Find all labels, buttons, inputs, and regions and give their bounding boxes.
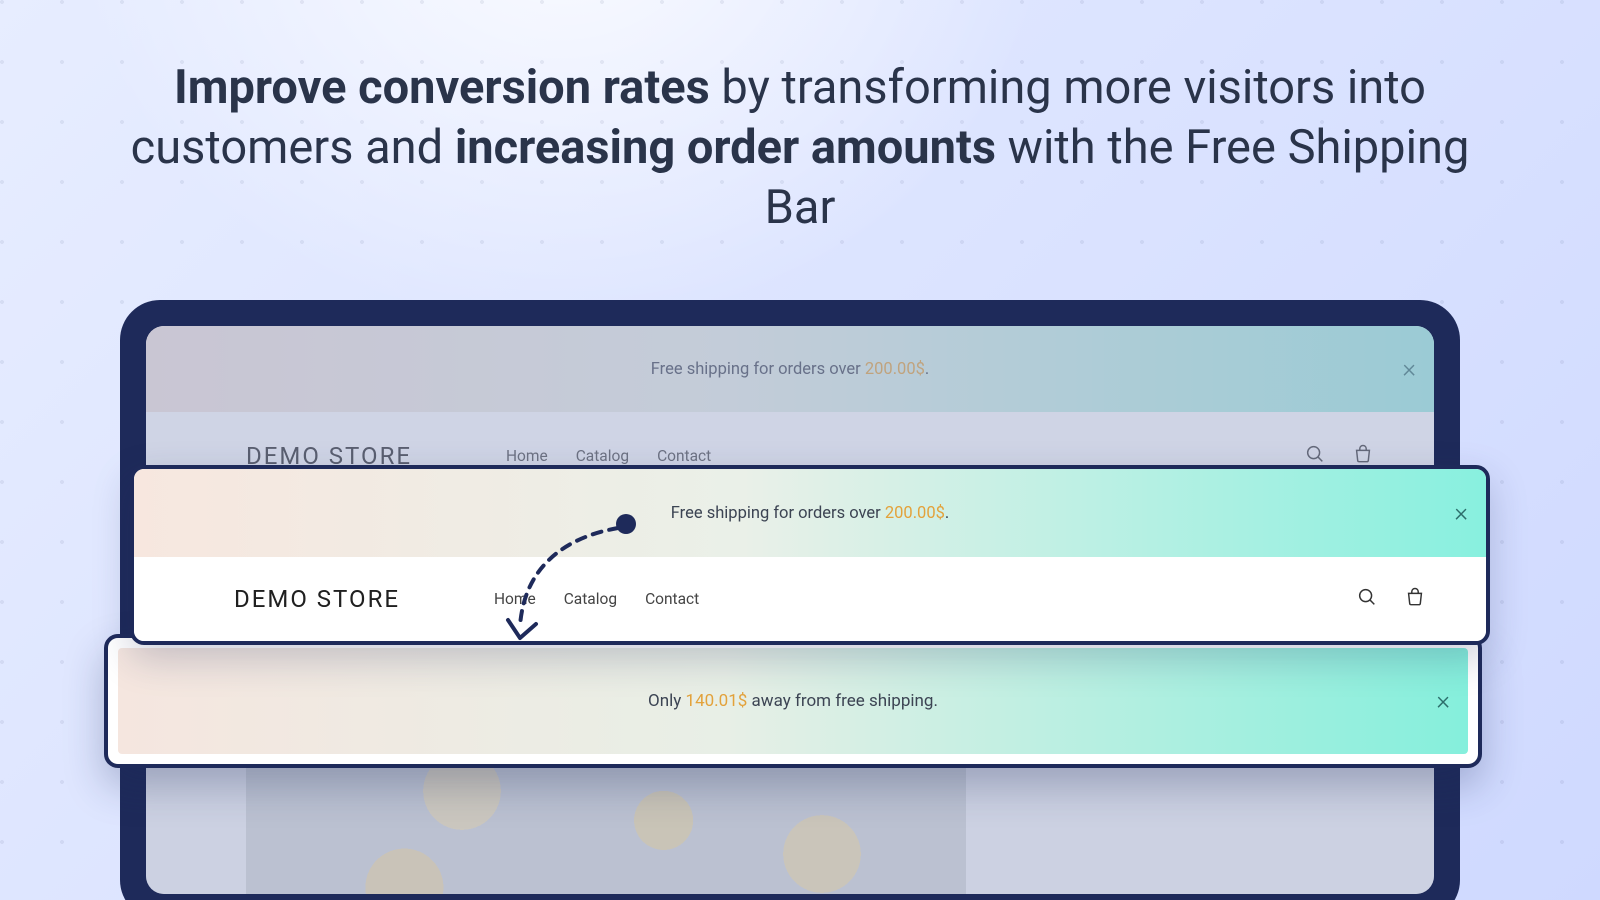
shipping-bar-front-amount: 200.00$ (885, 504, 945, 523)
shipping-bar-final-text: Only 140.01$ away from free shipping. (648, 691, 938, 711)
shipping-bar-final: Only 140.01$ away from free shipping. × (118, 648, 1468, 754)
shipping-bar-final-amount: 140.01$ (686, 691, 748, 711)
headline: Improve conversion rates by transforming… (120, 58, 1480, 238)
nav-home[interactable]: Home (494, 590, 536, 608)
shipping-bar-front-suffix: . (945, 504, 949, 523)
panel-front: Free shipping for orders over 200.00$. ×… (130, 465, 1490, 645)
search-icon[interactable] (1356, 586, 1378, 612)
nav: Home Catalog Contact (494, 590, 699, 608)
header-icons (1356, 586, 1426, 612)
headline-bold-2: increasing order amounts (455, 120, 996, 175)
nav-catalog[interactable]: Catalog (564, 590, 617, 608)
headline-bold-1: Improve conversion rates (174, 60, 710, 115)
close-icon[interactable]: × (1454, 498, 1468, 528)
shipping-bar-final-suffix: away from free shipping. (747, 691, 938, 711)
shipping-bar-front-prefix: Free shipping for orders over (671, 504, 885, 523)
nav-contact[interactable]: Contact (645, 590, 699, 608)
shipping-bar-front-text: Free shipping for orders over 200.00$. (671, 504, 949, 523)
store-logo-text[interactable]: DEMO STORE (234, 585, 494, 613)
shipping-bar-front: Free shipping for orders over 200.00$. × (134, 469, 1486, 557)
panel-final: Only 140.01$ away from free shipping. × (104, 634, 1482, 768)
shipping-bar-final-prefix: Only (648, 691, 685, 711)
close-icon[interactable]: × (1436, 686, 1450, 716)
store-header-front: DEMO STORE Home Catalog Contact (134, 557, 1486, 641)
cart-icon[interactable] (1404, 586, 1426, 612)
